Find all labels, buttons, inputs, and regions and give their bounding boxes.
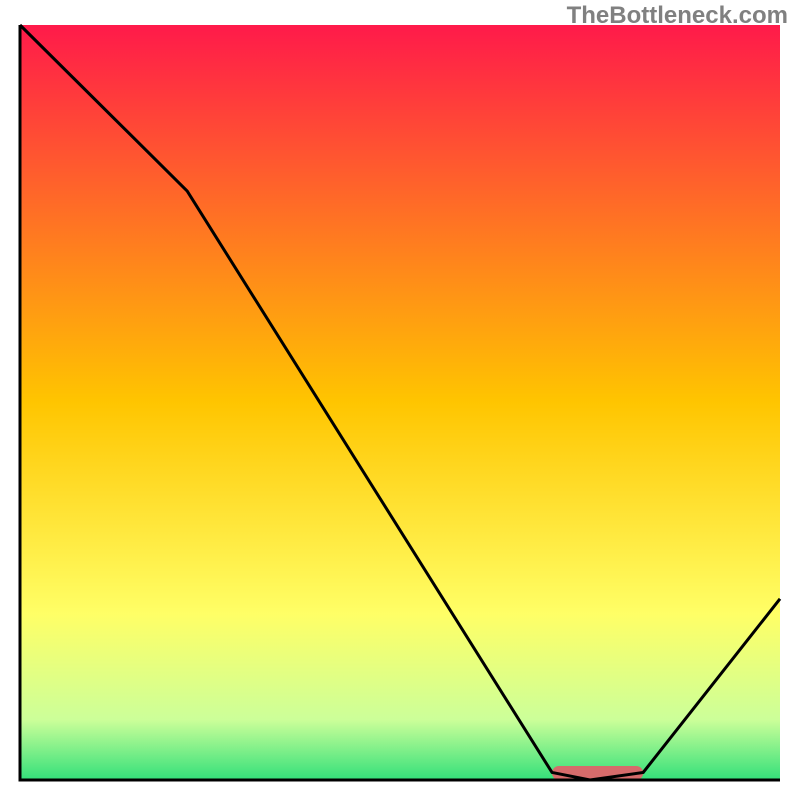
bottleneck-chart <box>0 0 800 800</box>
chart-container: TheBottleneck.com <box>0 0 800 800</box>
watermark-text: TheBottleneck.com <box>567 2 788 30</box>
